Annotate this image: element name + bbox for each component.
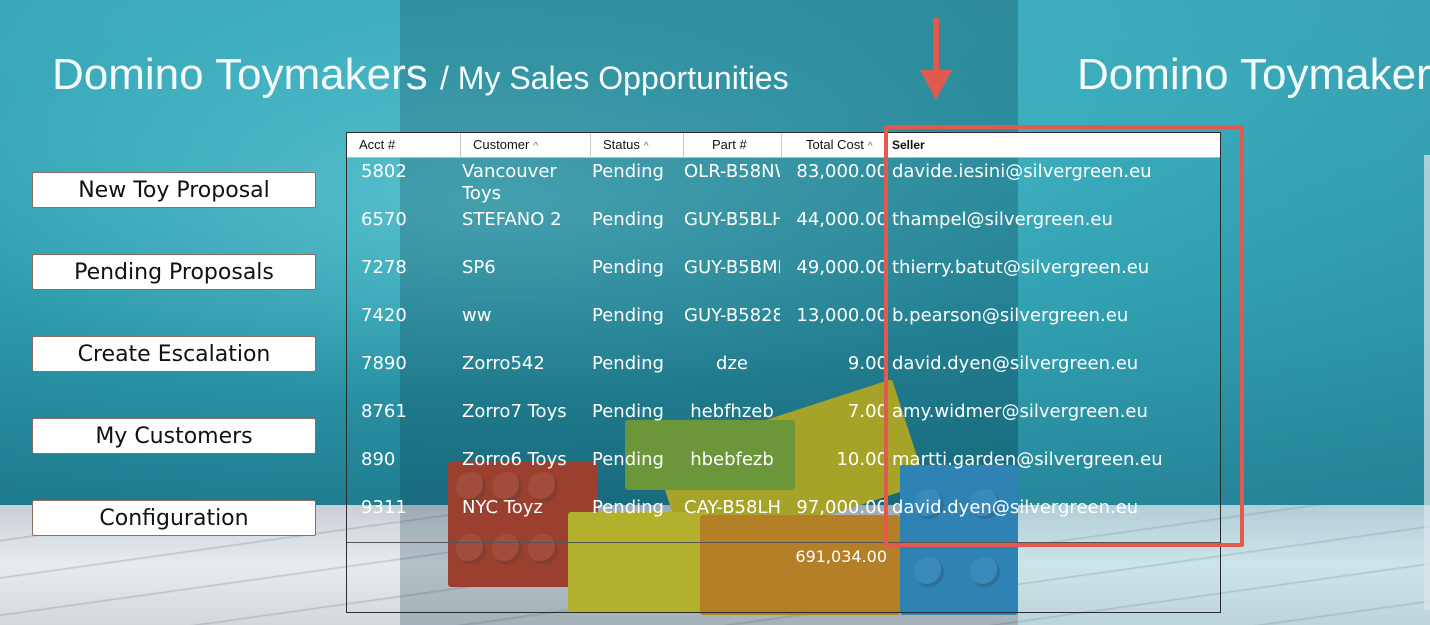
- cell-part: dze: [716, 353, 748, 374]
- red-down-arrow-icon: [920, 18, 952, 100]
- column-header-part[interactable]: Part #: [684, 133, 782, 157]
- cell-acct: 6570: [361, 209, 407, 230]
- new-toy-proposal-button[interactable]: New Toy Proposal: [32, 172, 316, 208]
- cell-acct: 7420: [361, 305, 407, 326]
- cell-status: Pending: [592, 305, 664, 326]
- cell-customer: Zorro6 Toys: [462, 449, 567, 470]
- cell-customer: NYC Toyz: [462, 497, 543, 518]
- cell-status: Pending: [592, 401, 664, 422]
- cell-customer: SP6: [462, 257, 496, 278]
- page-subtitle: / My Sales Opportunities: [440, 60, 789, 96]
- cell-part: hbebfezb: [690, 449, 774, 470]
- configuration-button[interactable]: Configuration: [32, 500, 316, 536]
- cell-status: Pending: [592, 449, 664, 470]
- cell-part: GUY-B5BMD: [684, 257, 780, 278]
- cell-total-cost: 13,000.00: [796, 305, 888, 326]
- cell-part: GUY-B5BLH: [684, 209, 780, 230]
- cell-part: OLR-B58NW: [684, 161, 780, 182]
- column-header-customer[interactable]: Customer ^: [461, 133, 591, 157]
- sort-ascending-icon: ^: [867, 141, 873, 152]
- cell-acct: 9311: [361, 497, 407, 518]
- seller-column-highlight: [884, 125, 1244, 547]
- cell-status: Pending: [592, 257, 664, 278]
- cell-acct: 5802: [361, 161, 407, 182]
- cell-acct: 890: [361, 449, 396, 470]
- cell-total-cost: 7.00: [847, 401, 888, 422]
- scrollbar[interactable]: [1424, 155, 1430, 610]
- cell-total-cost: 44,000.00: [796, 209, 888, 230]
- column-header-status[interactable]: Status ^: [591, 133, 684, 157]
- pending-proposals-button[interactable]: Pending Proposals: [32, 254, 316, 290]
- page-title: Domino Toymakers / My Sales Opportunitie…: [52, 50, 789, 100]
- app-title-duplicate: Domino Toymakers: [1077, 50, 1430, 99]
- cell-total-cost: 83,000.00: [796, 161, 888, 182]
- cell-customer: STEFANO 2: [462, 209, 562, 230]
- cell-status: Pending: [592, 209, 664, 230]
- cell-customer: Zorro542: [462, 353, 545, 374]
- cell-part: hebfhzeb: [690, 401, 774, 422]
- column-header-total-cost[interactable]: Total Cost ^: [782, 133, 888, 157]
- cell-total-cost: 49,000.00: [796, 257, 888, 278]
- total-cost-sum: 691,034.00: [795, 547, 887, 566]
- cell-customer: ww: [462, 305, 492, 326]
- cell-acct: 8761: [361, 401, 407, 422]
- cell-part: CAY-B58LH: [684, 497, 780, 518]
- create-escalation-button[interactable]: Create Escalation: [32, 336, 316, 372]
- sort-ascending-icon: ^: [533, 141, 539, 152]
- column-header-acct[interactable]: Acct #: [347, 133, 461, 157]
- cell-status: Pending: [592, 497, 664, 518]
- cell-status: Pending: [592, 161, 664, 182]
- sort-ascending-icon: ^: [643, 141, 649, 152]
- cell-total-cost: 9.00: [847, 353, 888, 374]
- cell-customer: Zorro7 Toys: [462, 401, 567, 422]
- cell-customer: Vancouver Toys: [462, 161, 557, 204]
- cell-acct: 7890: [361, 353, 407, 374]
- my-customers-button[interactable]: My Customers: [32, 418, 316, 454]
- cell-total-cost: 10.00: [836, 449, 888, 470]
- cell-status: Pending: [592, 353, 664, 374]
- cell-part: GUY-B5828: [684, 305, 780, 326]
- cell-acct: 7278: [361, 257, 407, 278]
- app-title: Domino Toymakers: [52, 50, 428, 99]
- cell-total-cost: 97,000.00: [796, 497, 888, 518]
